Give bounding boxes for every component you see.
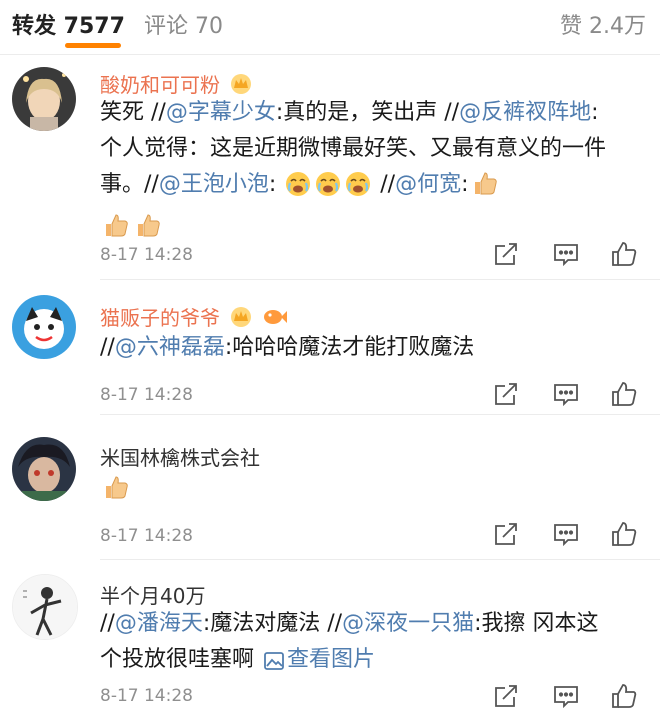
username-row: 猫贩子的爷爷 <box>100 302 287 333</box>
mention-link[interactable]: @六神磊磊 <box>115 335 225 360</box>
comment-icon[interactable] <box>552 240 580 268</box>
comment-text-segment: // <box>373 172 396 197</box>
cry-laugh-emoji-icon <box>345 171 371 209</box>
comment-text-segment: // <box>100 611 115 636</box>
fish-badge-icon <box>263 306 287 333</box>
view-picture-label: 查看图片 <box>287 647 376 672</box>
comment-item: 猫贩子的爷爷 //@六神磊磊:哈哈哈魔法才能打败魔法 8-17 14:28 <box>0 280 660 415</box>
avatar[interactable] <box>12 574 78 640</box>
username[interactable]: 猫贩子的爷爷 <box>100 306 220 330</box>
comment-text: 笑死 //@字幕少女:真的是，笑出声 //@反裤衩阵地:个人觉得：这是近期微博最… <box>100 95 620 251</box>
comment-text-segment: :哈哈哈魔法才能打败魔法 <box>224 335 475 360</box>
thumbs-up-emoji-icon <box>102 473 130 513</box>
comment-text-segment: :魔法对魔法 // <box>202 611 343 636</box>
mention-link[interactable]: @潘海天 <box>115 611 203 636</box>
avatar[interactable] <box>12 437 76 501</box>
comment-actions <box>492 380 642 408</box>
tab-comments[interactable]: 评论 70 <box>144 8 223 40</box>
comment-timestamp: 8-17 14:28 <box>100 526 193 546</box>
comment-text <box>100 471 620 513</box>
avatar[interactable] <box>12 295 76 359</box>
comment-item: 半个月40万 //@潘海天:魔法对魔法 //@深夜一只猫:我擦 冈本这个投放很哇… <box>0 560 660 718</box>
like-icon[interactable] <box>610 520 638 548</box>
comment-icon[interactable] <box>552 520 580 548</box>
comment-actions <box>492 240 642 268</box>
mention-link[interactable]: @王泡小泡 <box>159 172 269 197</box>
mention-link[interactable]: @反裤衩阵地 <box>459 100 591 125</box>
username[interactable]: 酸奶和可可粉 <box>100 73 220 97</box>
comment-timestamp: 8-17 14:28 <box>100 686 193 706</box>
repost-icon[interactable] <box>492 520 520 548</box>
comment-text-segment: : <box>461 172 469 197</box>
comment-text: //@潘海天:魔法对魔法 //@深夜一只猫:我擦 冈本这个投放很哇塞啊 查看图片 <box>100 606 620 684</box>
likes-count[interactable]: 赞 2.4万 <box>560 8 646 40</box>
username[interactable]: 半个月40万 <box>100 584 205 608</box>
repost-icon[interactable] <box>492 682 520 710</box>
comment-item: 米国林檎株式会社 8-17 14:28 <box>0 415 660 560</box>
comment-text-segment: // <box>100 335 115 360</box>
comment-timestamp: 8-17 14:28 <box>100 245 193 265</box>
view-picture-link[interactable]: 查看图片 <box>261 647 375 672</box>
mention-link[interactable]: @何宽 <box>395 172 461 197</box>
comment-tabs-bar: 转发 7577 评论 70 赞 2.4万 <box>0 0 660 55</box>
repost-icon[interactable] <box>492 380 520 408</box>
tab-reposts[interactable]: 转发 7577 <box>12 8 125 40</box>
active-tab-indicator <box>65 43 121 48</box>
mention-link[interactable]: @字幕少女 <box>166 100 276 125</box>
comment-actions <box>492 520 642 548</box>
avatar[interactable] <box>12 67 76 131</box>
picture-icon <box>263 648 285 684</box>
comment-item: 酸奶和可可粉 笑死 //@字幕少女:真的是，笑出声 //@反裤衩阵地:个人觉得：… <box>0 55 660 280</box>
username-row: 米国林檎株式会社 <box>100 442 260 471</box>
comment-text-segment: 笑死 // <box>100 100 166 125</box>
username-row: 半个月40万 <box>100 580 205 609</box>
comment-timestamp: 8-17 14:28 <box>100 385 193 405</box>
username[interactable]: 米国林檎株式会社 <box>100 446 260 470</box>
comment-text-segment: :真的是，笑出声 // <box>275 100 460 125</box>
cry-laugh-emoji-icon <box>285 171 311 209</box>
cry-laugh-emoji-icon <box>315 171 341 209</box>
comment-icon[interactable] <box>552 682 580 710</box>
crown-badge-icon <box>230 306 252 333</box>
mention-link[interactable]: @深夜一只猫 <box>342 611 474 636</box>
repost-icon[interactable] <box>492 240 520 268</box>
thumbs-up-emoji-icon <box>471 169 499 209</box>
comment-text: //@六神磊磊:哈哈哈魔法才能打败魔法 <box>100 330 620 366</box>
like-icon[interactable] <box>610 682 638 710</box>
comment-text-segment: : <box>268 172 284 197</box>
like-icon[interactable] <box>610 380 638 408</box>
comment-icon[interactable] <box>552 380 580 408</box>
like-icon[interactable] <box>610 240 638 268</box>
comment-actions <box>492 682 642 710</box>
